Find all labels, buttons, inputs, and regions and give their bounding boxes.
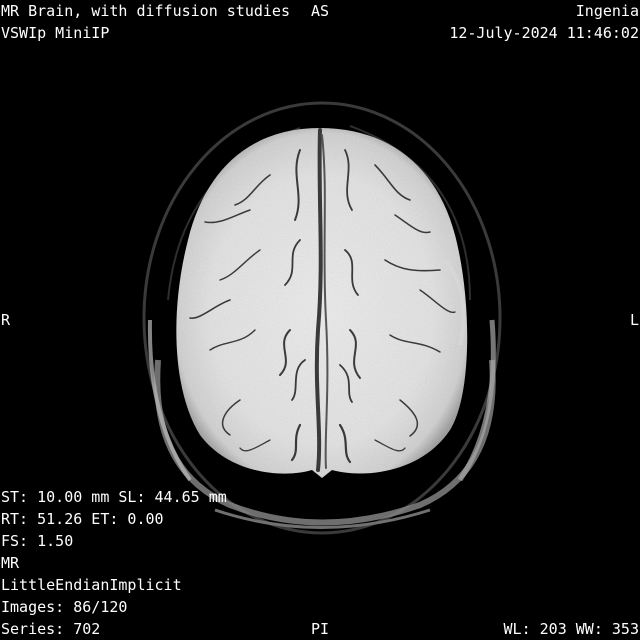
orientation-right: L <box>629 311 639 329</box>
study-description: MR Brain, with diffusion studies <box>1 2 290 20</box>
mri-axial-slice-image[interactable] <box>0 0 640 640</box>
series-number: Series: 702 <box>1 620 101 638</box>
dicom-viewport[interactable]: MR Brain, with diffusion studies VSWIp M… <box>0 0 640 640</box>
orientation-bottom: PI <box>310 620 330 638</box>
study-datetime: 12-July-2024 11:46:02 <box>449 24 639 42</box>
image-counter: Images: 86/120 <box>1 598 128 616</box>
slice-thickness-location: ST: 10.00 mm SL: 44.65 mm <box>1 488 227 506</box>
station-name: Ingenia <box>575 2 639 20</box>
repetition-echo-time: RT: 51.26 ET: 0.00 <box>1 510 164 528</box>
series-description: VSWIp MiniIP <box>1 24 110 42</box>
field-strength: FS: 1.50 <box>1 532 74 550</box>
transfer-syntax: LittleEndianImplicit <box>1 576 182 594</box>
orientation-left: R <box>1 311 11 329</box>
window-level-width: WL: 203 WW: 353 <box>503 620 639 638</box>
orientation-top: AS <box>310 2 330 20</box>
modality: MR <box>1 554 20 572</box>
